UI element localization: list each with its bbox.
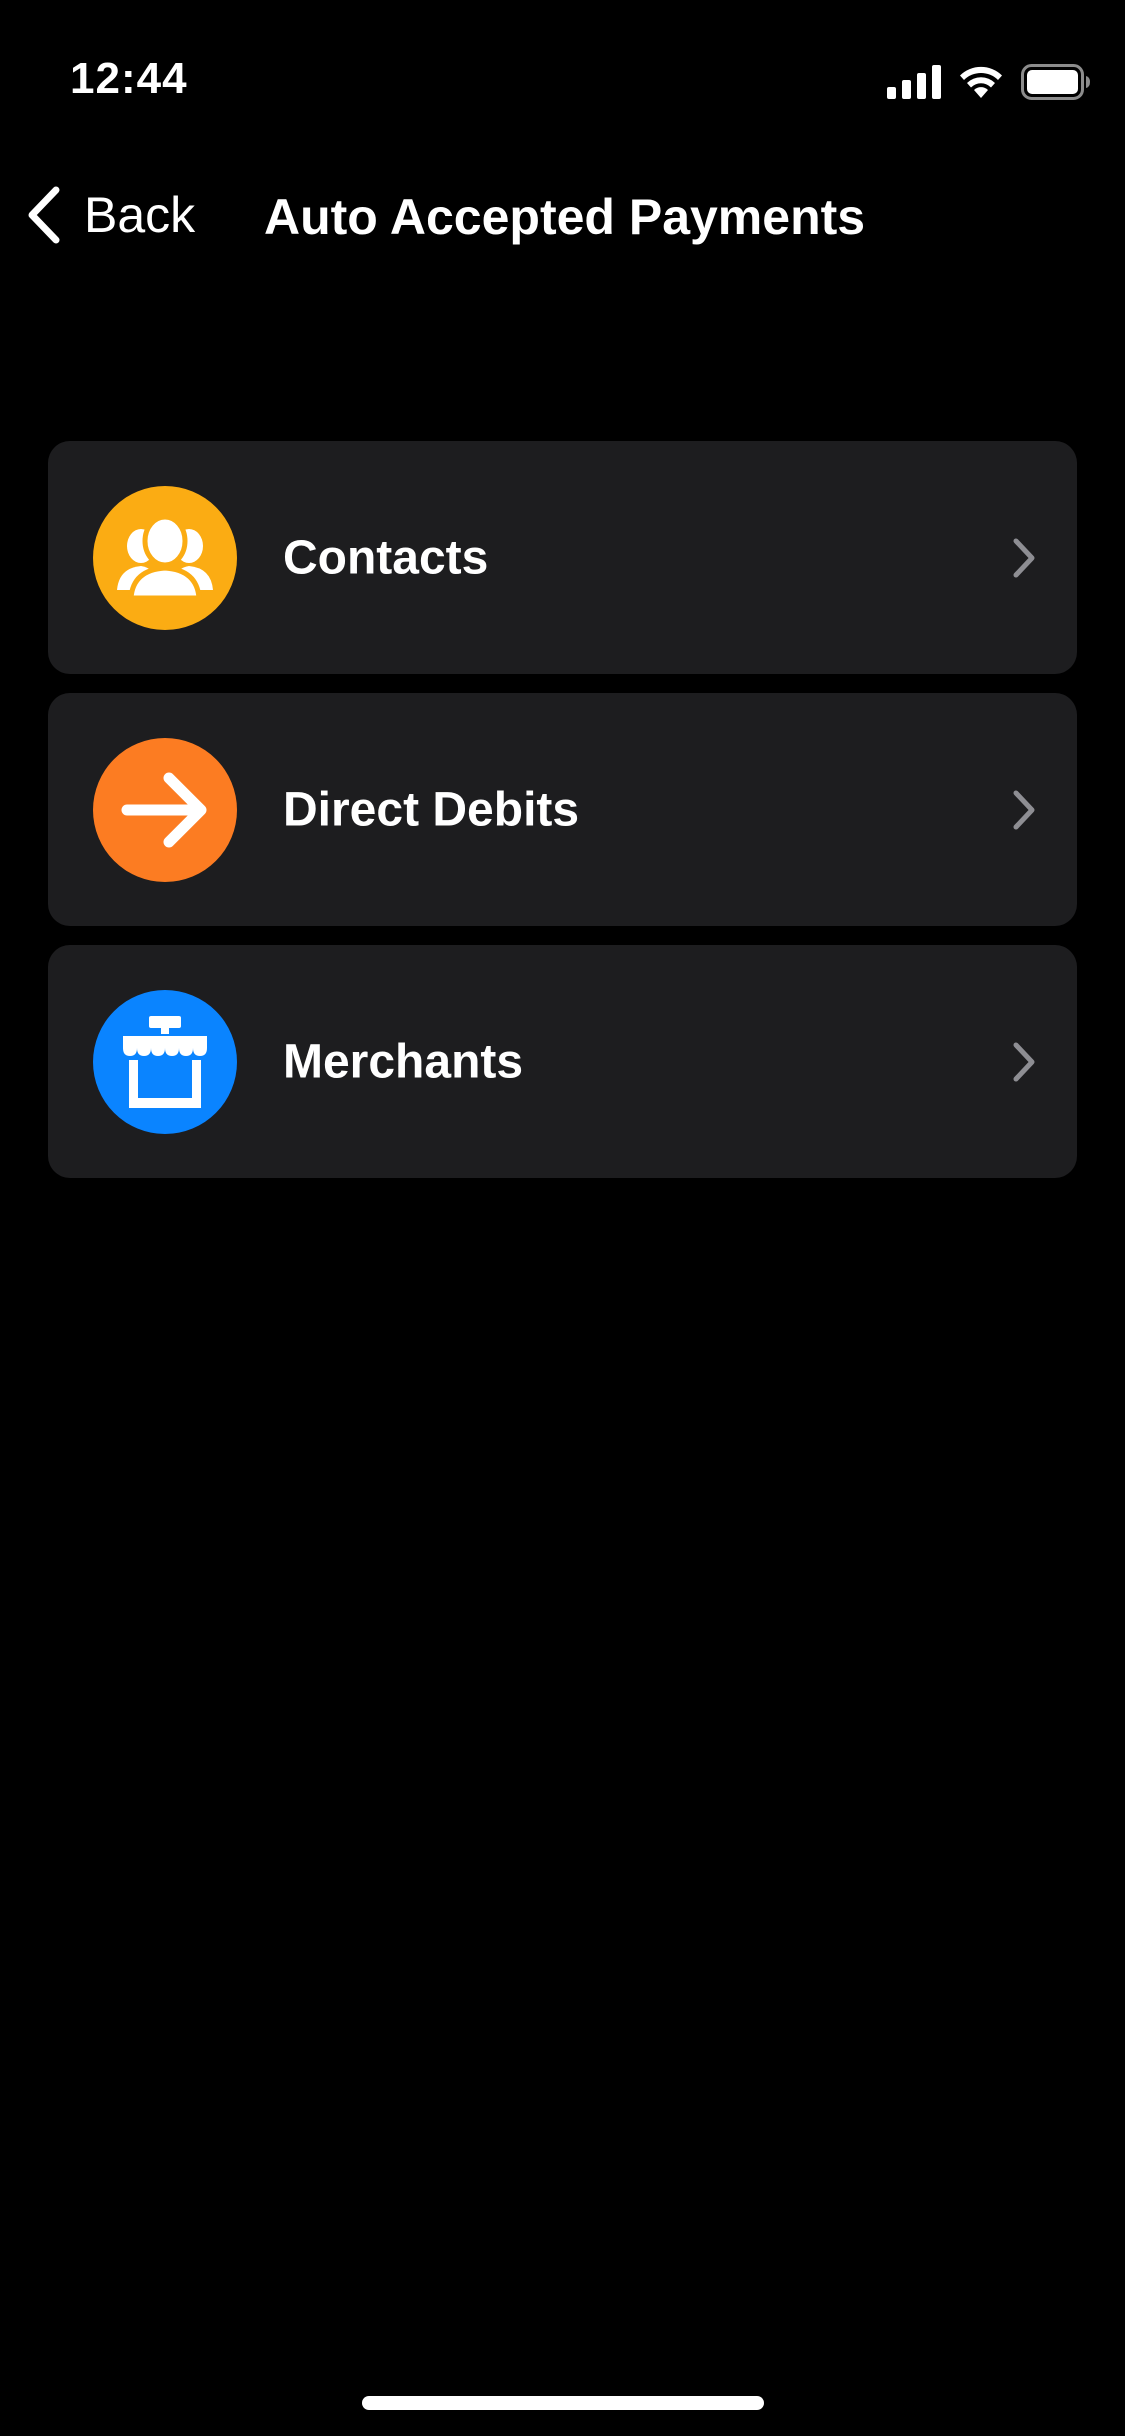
chevron-left-icon xyxy=(24,184,64,246)
arrow-right-icon xyxy=(93,738,237,882)
list-item-direct-debits[interactable]: Direct Debits xyxy=(48,693,1077,926)
list-item-merchants[interactable]: Merchants xyxy=(48,945,1077,1178)
navigation-bar: Back Auto Accepted Payments xyxy=(0,160,1125,270)
status-time: 12:44 xyxy=(70,54,188,103)
payment-types-list: Contacts Direct Debits Merchants xyxy=(48,441,1077,1197)
back-label: Back xyxy=(84,187,196,243)
list-item-contacts[interactable]: Contacts xyxy=(48,441,1077,674)
storefront-icon xyxy=(93,990,237,1134)
list-item-label: Contacts xyxy=(283,531,489,584)
contacts-icon xyxy=(93,486,237,630)
status-bar: 12:44 xyxy=(0,0,1125,140)
wifi-icon xyxy=(957,64,1005,100)
list-item-label: Merchants xyxy=(283,1035,524,1088)
cellular-signal-icon xyxy=(887,65,941,99)
status-icons xyxy=(887,62,1091,102)
back-button[interactable]: Back xyxy=(24,184,195,246)
list-item-label: Direct Debits xyxy=(283,783,580,836)
chevron-right-icon xyxy=(1011,789,1037,831)
chevron-right-icon xyxy=(1011,537,1037,579)
battery-icon xyxy=(1021,64,1091,100)
chevron-right-icon xyxy=(1011,1041,1037,1083)
page-title: Auto Accepted Payments xyxy=(264,189,866,245)
home-indicator[interactable] xyxy=(362,2396,764,2410)
